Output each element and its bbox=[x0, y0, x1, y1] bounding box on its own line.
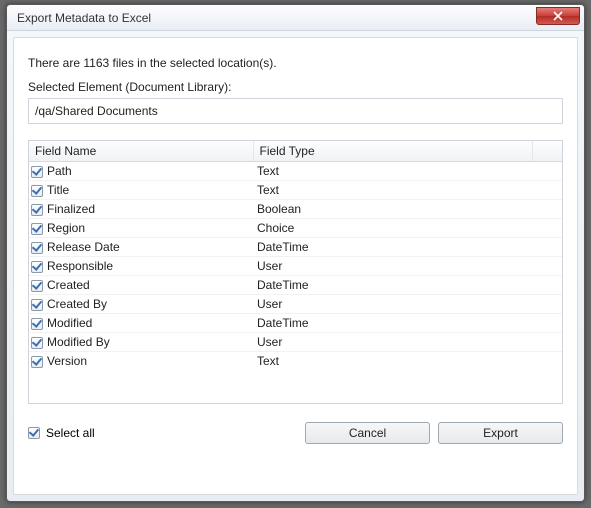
row-checkbox[interactable] bbox=[31, 185, 43, 197]
row-checkbox[interactable] bbox=[31, 204, 43, 216]
selected-element-label: Selected Element (Document Library): bbox=[28, 80, 563, 94]
dialog-footer: Select all Cancel Export bbox=[28, 404, 563, 444]
row-field-type: DateTime bbox=[253, 314, 532, 333]
row-field-type: User bbox=[253, 333, 532, 352]
table-row[interactable]: Created DateTime bbox=[29, 276, 562, 295]
column-header-name[interactable]: Field Name bbox=[29, 141, 253, 162]
row-checkbox[interactable] bbox=[31, 299, 43, 311]
select-all-checkbox[interactable] bbox=[28, 427, 40, 439]
window-title: Export Metadata to Excel bbox=[17, 11, 536, 25]
fields-table: Field Name Field Type PathTextTitleTextF… bbox=[29, 141, 562, 371]
select-all-group[interactable]: Select all bbox=[28, 426, 297, 440]
table-row[interactable]: Created By User bbox=[29, 295, 562, 314]
table-row[interactable]: Responsible User bbox=[29, 257, 562, 276]
row-field-type: Text bbox=[253, 181, 532, 200]
table-row[interactable]: Region Choice bbox=[29, 219, 562, 238]
file-count-text: There are 1163 files in the selected loc… bbox=[28, 56, 563, 70]
row-checkbox[interactable] bbox=[31, 223, 43, 235]
row-field-name: Modified bbox=[47, 316, 92, 330]
titlebar: Export Metadata to Excel bbox=[7, 5, 584, 31]
row-field-name: Version bbox=[47, 354, 87, 368]
row-checkbox[interactable] bbox=[31, 280, 43, 292]
row-checkbox[interactable] bbox=[31, 318, 43, 330]
table-row[interactable]: Modified By User bbox=[29, 333, 562, 352]
fields-table-container: Field Name Field Type PathTextTitleTextF… bbox=[28, 140, 563, 404]
cancel-button[interactable]: Cancel bbox=[305, 422, 430, 444]
row-field-type: User bbox=[253, 295, 532, 314]
select-all-label: Select all bbox=[46, 426, 95, 440]
row-field-name: Title bbox=[47, 183, 69, 197]
table-row[interactable]: Finalized Boolean bbox=[29, 200, 562, 219]
close-button[interactable] bbox=[536, 7, 580, 25]
dialog-window: Export Metadata to Excel There are 1163 … bbox=[6, 4, 585, 502]
selected-element-path: /qa/Shared Documents bbox=[28, 98, 563, 124]
row-checkbox[interactable] bbox=[31, 166, 43, 178]
row-field-name: Responsible bbox=[47, 259, 113, 273]
table-row[interactable]: Title Text bbox=[29, 181, 562, 200]
row-field-name: Modified By bbox=[47, 335, 110, 349]
row-field-name: Finalized bbox=[47, 202, 95, 216]
row-field-name: Path bbox=[47, 164, 72, 178]
row-field-type: Text bbox=[253, 162, 532, 181]
row-field-name: Created By bbox=[47, 297, 107, 311]
row-field-name: Release Date bbox=[47, 240, 120, 254]
row-checkbox[interactable] bbox=[31, 337, 43, 349]
row-field-type: DateTime bbox=[253, 238, 532, 257]
row-checkbox[interactable] bbox=[31, 356, 43, 368]
column-header-spacer bbox=[532, 141, 562, 162]
column-header-type[interactable]: Field Type bbox=[253, 141, 532, 162]
table-row[interactable]: Modified DateTime bbox=[29, 314, 562, 333]
row-field-type: User bbox=[253, 257, 532, 276]
row-field-type: Text bbox=[253, 352, 532, 371]
close-icon bbox=[553, 11, 563, 21]
row-field-type: DateTime bbox=[253, 276, 532, 295]
table-row[interactable]: Version Text bbox=[29, 352, 562, 371]
row-field-name: Created bbox=[47, 278, 90, 292]
row-field-type: Boolean bbox=[253, 200, 532, 219]
row-checkbox[interactable] bbox=[31, 242, 43, 254]
dialog-content: There are 1163 files in the selected loc… bbox=[13, 37, 578, 495]
table-row[interactable]: Path Text bbox=[29, 162, 562, 181]
row-field-name: Region bbox=[47, 221, 85, 235]
row-field-type: Choice bbox=[253, 219, 532, 238]
export-button[interactable]: Export bbox=[438, 422, 563, 444]
table-row[interactable]: Release Date DateTime bbox=[29, 238, 562, 257]
row-checkbox[interactable] bbox=[31, 261, 43, 273]
